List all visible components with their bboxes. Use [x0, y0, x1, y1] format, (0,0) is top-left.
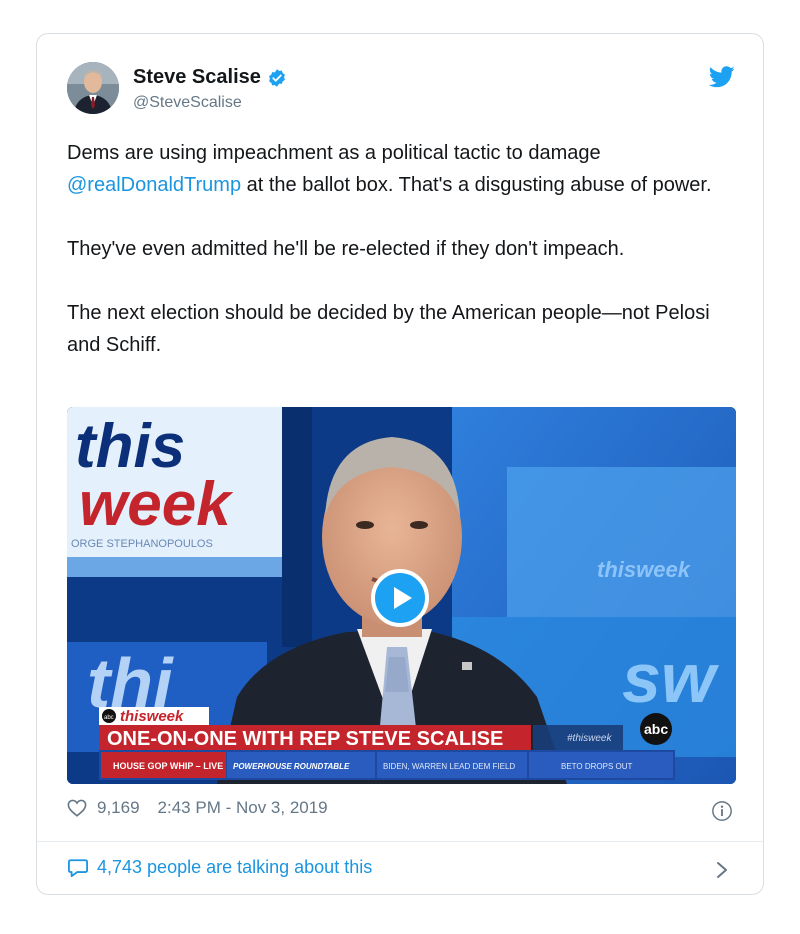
video-headline: ONE-ON-ONE WITH REP STEVE SCALISE	[107, 728, 503, 750]
tweet-paragraph-2: They've even admitted he'll be re-electe…	[67, 238, 625, 260]
ticker-item-4: BETO DROPS OUT	[561, 762, 633, 771]
tweet-text-segment: Dems are using impeachment as a politica…	[67, 142, 601, 164]
play-button[interactable]	[371, 569, 429, 627]
video-show-subtitle: ORGE STEPHANOPOULOS	[71, 538, 213, 550]
lower-third-brand: thisweek	[120, 708, 184, 725]
network-logo: abc	[644, 721, 668, 737]
video-hashtag: #thisweek	[567, 733, 612, 744]
tweet-paragraph-3: The next election should be decided by t…	[67, 302, 710, 356]
ticker-item-2: POWERHOUSE ROUNDTABLE	[233, 762, 350, 771]
play-icon	[375, 573, 425, 623]
tweet-timestamp[interactable]: 2:43 PM - Nov 3, 2019	[158, 798, 328, 818]
avatar[interactable]	[67, 62, 119, 114]
divider	[37, 841, 763, 842]
heart-icon[interactable]	[67, 799, 87, 817]
info-icon[interactable]	[711, 800, 733, 822]
video-bg-brand: thisweek	[597, 557, 692, 582]
chevron-right-icon[interactable]	[715, 860, 729, 880]
comment-bubble-icon	[68, 858, 88, 877]
tweet-paragraph-1: Dems are using impeachment as a politica…	[67, 137, 737, 201]
verified-badge-icon	[268, 68, 285, 87]
tweet-text-segment: at the ballot box. That's a disgusting a…	[241, 174, 712, 196]
tweet-meta: 9,169 2:43 PM - Nov 3, 2019	[67, 798, 328, 818]
conversation-link[interactable]: 4,743 people are talking about this	[67, 857, 372, 878]
video-show-logo-2: week	[79, 470, 234, 539]
tweet-text: Dems are using impeachment as a politica…	[67, 137, 737, 393]
author-display-name[interactable]: Steve Scalise	[133, 66, 261, 89]
mention-link[interactable]: @realDonaldTrump	[67, 174, 241, 196]
ticker-item-1: HOUSE GOP WHIP – LIVE	[113, 761, 223, 771]
ticker-item-3: BIDEN, WARREN LEAD DEM FIELD	[383, 762, 515, 771]
tweet-card: Steve Scalise @SteveScalise Dems are usi…	[36, 33, 764, 895]
author-name-row: Steve Scalise	[133, 66, 287, 89]
svg-text:abc: abc	[104, 715, 114, 721]
twitter-bird-icon[interactable]	[709, 66, 735, 88]
author-handle[interactable]: @SteveScalise	[133, 94, 242, 112]
svg-text:sw: sw	[622, 639, 720, 717]
conversation-count-text: 4,743 people are talking about this	[97, 857, 373, 877]
like-count[interactable]: 9,169	[97, 798, 140, 818]
